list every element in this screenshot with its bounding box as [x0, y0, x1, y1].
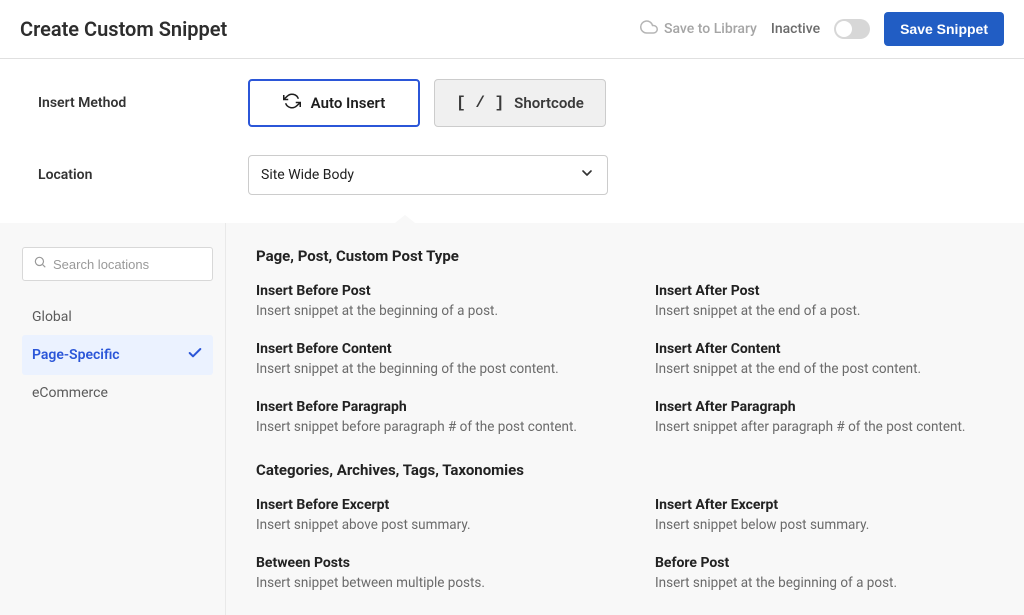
location-option[interactable]: Between Posts Insert snippet between mul…	[256, 555, 595, 591]
save-snippet-button[interactable]: Save Snippet	[884, 12, 1004, 46]
location-option[interactable]: Insert Before Post Insert snippet at the…	[256, 283, 595, 319]
sidebar-item-global[interactable]: Global	[22, 299, 213, 335]
shortcode-option[interactable]: [ / ] Shortcode	[434, 79, 606, 127]
auto-insert-label: Auto Insert	[311, 94, 386, 112]
location-title: Insert After Excerpt	[655, 497, 994, 513]
location-label: Location	[38, 167, 248, 183]
search-locations-box[interactable]	[22, 247, 213, 281]
location-desc: Insert snippet at the beginning of a pos…	[256, 303, 595, 319]
form-area: Insert Method Auto Insert [ / ] Shortcod…	[0, 59, 1024, 223]
location-select-wrap: Site Wide Body	[248, 155, 608, 195]
auto-insert-option[interactable]: Auto Insert	[248, 79, 420, 127]
panel-arrow	[395, 215, 415, 223]
location-grid-2: Insert Before Excerpt Insert snippet abo…	[256, 497, 994, 591]
check-icon	[187, 345, 203, 365]
location-desc: Insert snippet below post summary.	[655, 517, 994, 533]
search-input[interactable]	[53, 257, 202, 272]
section-heading: Categories, Archives, Tags, Taxonomies	[256, 461, 994, 479]
location-title: Before Post	[655, 555, 994, 571]
location-row: Location Site Wide Body	[38, 155, 986, 195]
location-desc: Insert snippet above post summary.	[256, 517, 595, 533]
location-title: Insert Before Excerpt	[256, 497, 595, 513]
header: Create Custom Snippet Save to Library In…	[0, 0, 1024, 59]
sidebar-item-label: Page-Specific	[32, 347, 120, 363]
save-to-library-label: Save to Library	[664, 21, 757, 37]
location-title: Between Posts	[256, 555, 595, 571]
location-desc: Insert snippet at the end of the post co…	[655, 361, 994, 377]
section-heading: Page, Post, Custom Post Type	[256, 247, 994, 265]
location-option[interactable]: Insert After Excerpt Insert snippet belo…	[655, 497, 994, 533]
location-desc: Insert snippet at the beginning of the p…	[256, 361, 595, 377]
cloud-icon	[640, 18, 658, 40]
save-to-library-button[interactable]: Save to Library	[640, 18, 757, 40]
chevron-down-icon	[579, 165, 595, 185]
location-option[interactable]: Before Post Insert snippet at the beginn…	[655, 555, 994, 591]
location-select[interactable]: Site Wide Body	[248, 155, 608, 195]
location-option[interactable]: Insert After Paragraph Insert snippet af…	[655, 399, 994, 435]
active-toggle[interactable]	[834, 19, 870, 39]
insert-method-options: Auto Insert [ / ] Shortcode	[248, 79, 606, 127]
header-actions: Save to Library Inactive Save Snippet	[640, 12, 1004, 46]
status-label: Inactive	[771, 21, 820, 37]
location-title: Insert Before Paragraph	[256, 399, 595, 415]
location-value: Site Wide Body	[261, 167, 354, 183]
category-list: Global Page-Specific eCommerce	[22, 299, 213, 411]
insert-method-label: Insert Method	[38, 95, 248, 111]
insert-method-row: Insert Method Auto Insert [ / ] Shortcod…	[38, 79, 986, 127]
location-option[interactable]: Insert After Post Insert snippet at the …	[655, 283, 994, 319]
sidebar-item-label: eCommerce	[32, 385, 108, 401]
location-desc: Insert snippet before paragraph # of the…	[256, 419, 595, 435]
shortcode-label: Shortcode	[514, 94, 584, 112]
location-desc: Insert snippet at the end of a post.	[655, 303, 994, 319]
location-panel: Global Page-Specific eCommerce Page, Pos…	[0, 223, 1024, 615]
sidebar-item-page-specific[interactable]: Page-Specific	[22, 335, 213, 375]
shortcode-icon: [ / ]	[456, 94, 504, 112]
location-grid-1: Insert Before Post Insert snippet at the…	[256, 283, 994, 435]
location-title: Insert After Content	[655, 341, 994, 357]
location-title: Insert After Paragraph	[655, 399, 994, 415]
location-option[interactable]: Insert Before Paragraph Insert snippet b…	[256, 399, 595, 435]
location-content: Page, Post, Custom Post Type Insert Befo…	[225, 223, 1024, 615]
location-title: Insert After Post	[655, 283, 994, 299]
location-desc: Insert snippet after paragraph # of the …	[655, 419, 994, 435]
refresh-icon	[283, 92, 301, 114]
location-sidebar: Global Page-Specific eCommerce	[0, 223, 225, 615]
location-option[interactable]: Insert Before Excerpt Insert snippet abo…	[256, 497, 595, 533]
location-option[interactable]: Insert Before Content Insert snippet at …	[256, 341, 595, 377]
sidebar-item-label: Global	[32, 309, 72, 325]
location-option[interactable]: Insert After Content Insert snippet at t…	[655, 341, 994, 377]
location-title: Insert Before Content	[256, 341, 595, 357]
sidebar-item-ecommerce[interactable]: eCommerce	[22, 375, 213, 411]
location-title: Insert Before Post	[256, 283, 595, 299]
page-title: Create Custom Snippet	[20, 17, 227, 41]
search-icon	[33, 255, 47, 273]
